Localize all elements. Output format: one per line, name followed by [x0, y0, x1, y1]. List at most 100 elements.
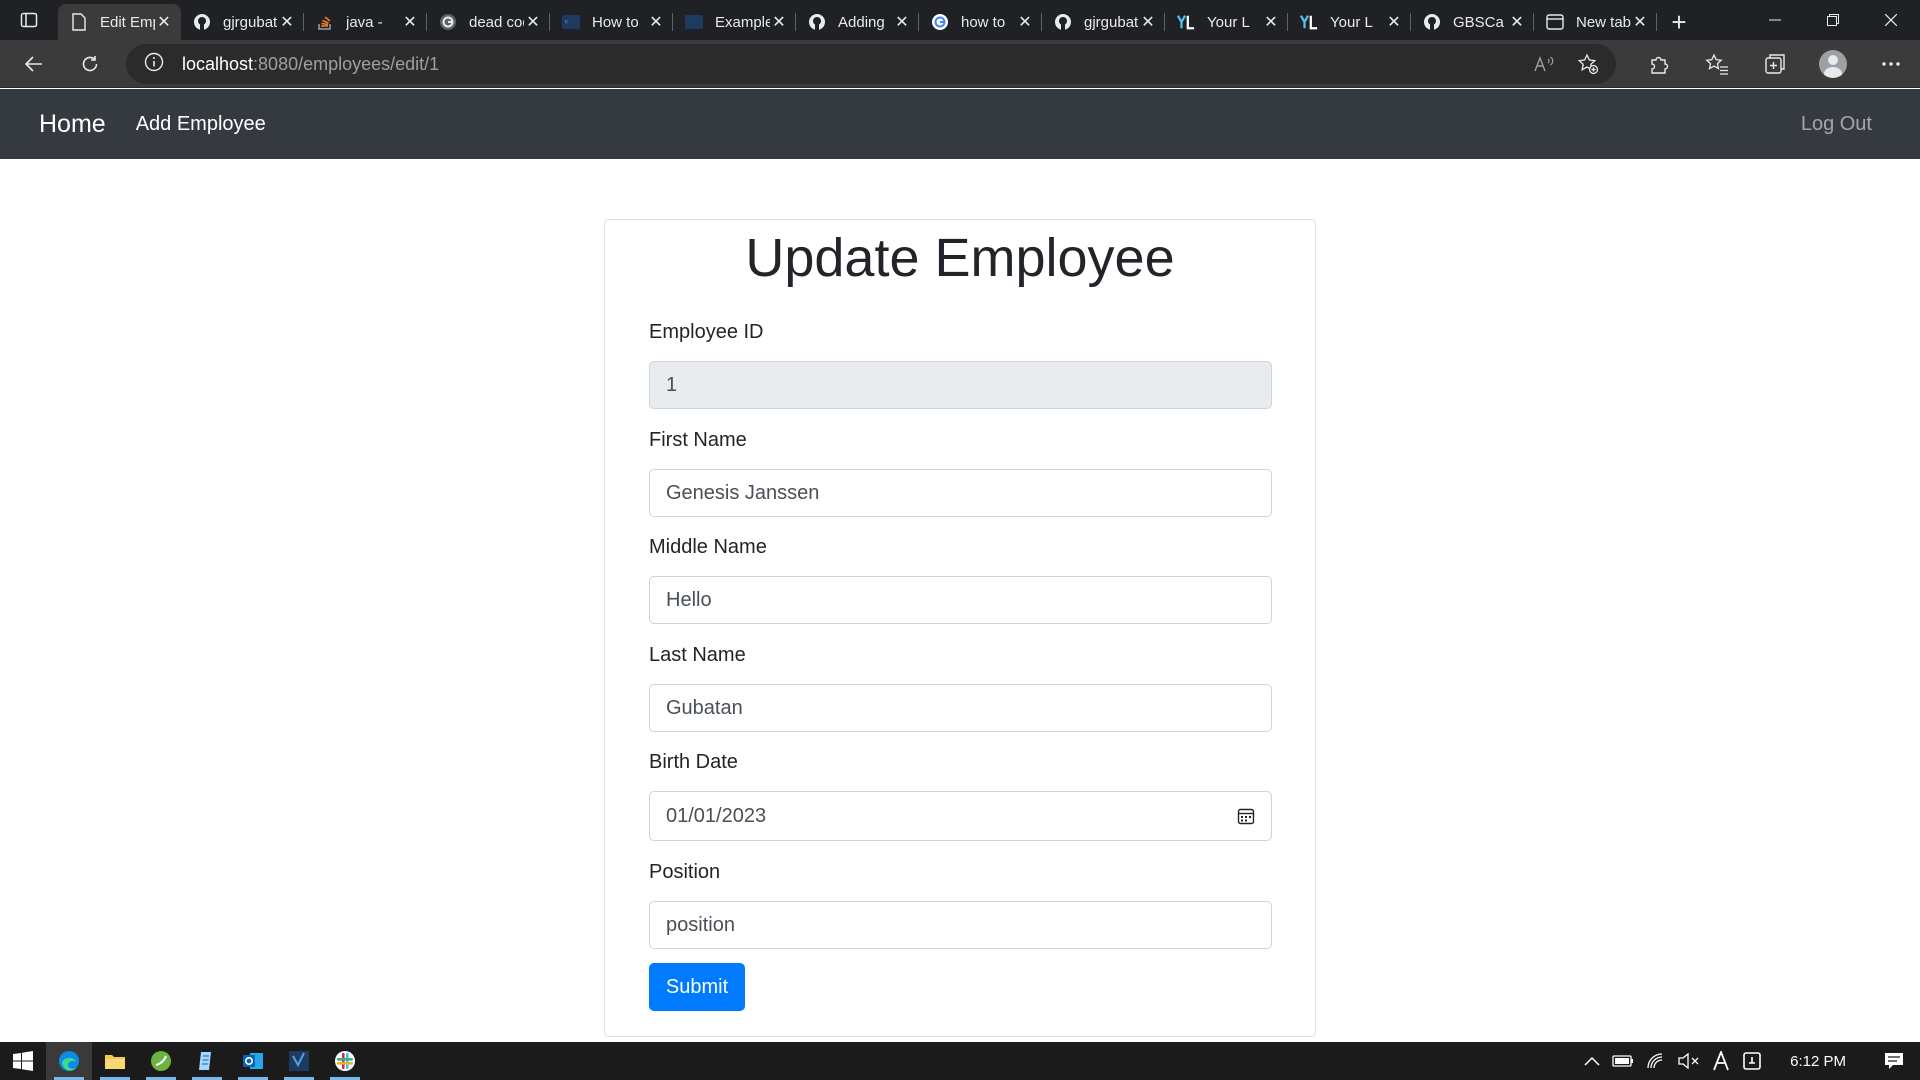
stackoverflow-icon — [316, 13, 334, 31]
close-tab-icon[interactable]: ✕ — [1139, 12, 1157, 32]
middle-name-input[interactable]: Hello — [649, 576, 1272, 624]
meet-now-button[interactable] — [1736, 1042, 1768, 1080]
last-name-input[interactable]: Gubatan — [649, 684, 1272, 732]
browser-tab[interactable]: Adding ✕ — [796, 4, 919, 40]
notifications-button[interactable] — [1868, 1042, 1920, 1080]
back-button[interactable] — [10, 44, 58, 84]
github-icon — [193, 13, 211, 31]
collections-button[interactable] — [1746, 40, 1804, 88]
birth-date-input[interactable]: 01/01/2023 — [649, 791, 1272, 841]
taskbar-file-explorer[interactable] — [92, 1042, 138, 1080]
read-aloud-button[interactable] — [1522, 44, 1566, 84]
close-tab-icon[interactable]: ✕ — [278, 12, 296, 32]
browser-tab[interactable]: how to ✕ — [919, 4, 1042, 40]
close-tab-icon[interactable]: ✕ — [1016, 12, 1034, 32]
browser-tab[interactable]: Your L ✕ — [1165, 4, 1288, 40]
browser-tab[interactable]: Example ✕ — [673, 4, 796, 40]
profile-button[interactable] — [1804, 40, 1862, 88]
taskbar-outlook[interactable] — [230, 1042, 276, 1080]
browser-tab[interactable]: New tab ✕ — [1534, 4, 1657, 40]
page-icon — [70, 13, 88, 31]
close-tab-icon[interactable]: ✕ — [1631, 12, 1649, 32]
close-tab-icon[interactable]: ✕ — [770, 12, 788, 32]
notification-center-icon — [1885, 1053, 1903, 1069]
tab-title: how to — [961, 13, 1006, 31]
show-hidden-icons-button[interactable] — [1578, 1042, 1606, 1080]
close-tab-icon[interactable]: ✕ — [401, 12, 419, 32]
tab-title: gjrgubatan — [223, 13, 278, 31]
page-title: Update Employee — [745, 228, 1175, 288]
tab-title: Your L — [1207, 13, 1250, 31]
browser-tab[interactable]: dead code ✕ — [427, 4, 550, 40]
taskbar-slack[interactable] — [322, 1042, 368, 1080]
browser-tab[interactable]: java - ✕ — [304, 4, 427, 40]
minimize-icon — [1769, 19, 1781, 21]
tab-title: java - — [346, 13, 383, 31]
new-tab-button[interactable]: + — [1657, 4, 1701, 40]
add-favorite-button[interactable] — [1566, 44, 1610, 84]
font-a-icon — [1713, 1051, 1729, 1071]
restore-icon — [1827, 14, 1839, 26]
first-name-field: First Name Genesis Janssen — [649, 427, 1272, 517]
last-name-field: Last Name Gubatan — [649, 642, 1272, 732]
clock[interactable]: 6:12 PM — [1768, 1042, 1868, 1080]
submit-button[interactable]: Submit — [649, 963, 745, 1011]
refresh-button[interactable] — [66, 44, 114, 84]
close-tab-icon[interactable]: ✕ — [1262, 12, 1280, 32]
logout-link[interactable]: Log Out — [1801, 113, 1872, 136]
browser-tab[interactable]: gjrgubatan ✕ — [1042, 4, 1165, 40]
collections-icon — [1765, 54, 1785, 74]
tab-title: Adding — [838, 13, 885, 31]
volume-muted-icon — [1678, 1053, 1699, 1069]
tab-actions-button[interactable] — [0, 0, 58, 40]
github-icon — [1054, 13, 1072, 31]
google-icon — [439, 13, 457, 31]
address-bar[interactable]: localhost:8080/employees/edit/1 — [126, 44, 1616, 84]
close-tab-icon[interactable]: ✕ — [524, 12, 542, 32]
taskbar-spring[interactable] — [138, 1042, 184, 1080]
site-info-icon[interactable] — [144, 52, 164, 77]
volume-button[interactable] — [1672, 1042, 1706, 1080]
edge-icon — [59, 1051, 79, 1071]
extensions-button[interactable] — [1630, 40, 1688, 88]
minimize-button[interactable] — [1746, 0, 1804, 40]
taskbar-edge[interactable] — [46, 1042, 92, 1080]
employee-id-field: Employee ID 1 — [649, 319, 1272, 409]
close-tab-icon[interactable]: ✕ — [1508, 12, 1526, 32]
tab-title: How to — [592, 13, 639, 31]
browser-tab[interactable]: gjrgubatan ✕ — [181, 4, 304, 40]
close-tab-icon[interactable]: ✕ — [647, 12, 665, 32]
refresh-icon — [82, 55, 98, 71]
first-name-input[interactable]: Genesis Janssen — [649, 469, 1272, 517]
calendar-icon[interactable] — [1237, 807, 1255, 825]
more-menu-button[interactable] — [1862, 40, 1920, 88]
network-button[interactable] — [1640, 1042, 1672, 1080]
puzzle-icon — [1651, 56, 1669, 74]
browser-tab[interactable]: Edit Employee ✕ — [58, 4, 181, 40]
battery-button[interactable] — [1606, 1042, 1640, 1080]
browser-tab[interactable]: Your L ✕ — [1288, 4, 1411, 40]
home-link[interactable]: Home — [39, 110, 106, 139]
close-window-button[interactable] — [1862, 0, 1920, 40]
input-indicator-button[interactable] — [1706, 1042, 1736, 1080]
notepad-icon — [199, 1052, 211, 1070]
close-tab-icon[interactable]: ✕ — [155, 12, 173, 32]
field-label: Last Name — [649, 644, 746, 666]
yl-icon — [1177, 13, 1195, 31]
field-label: Position — [649, 861, 721, 883]
tab-title: New tab — [1576, 13, 1631, 31]
taskbar-notepad[interactable] — [184, 1042, 230, 1080]
tab-list: Edit Employee ✕ gjrgubatan ✕ java - ✕ de… — [58, 4, 1657, 40]
add-employee-link[interactable]: Add Employee — [136, 113, 266, 136]
browser-tab[interactable]: ᶜ How to ✕ — [550, 4, 673, 40]
taskbar-visual-studio[interactable] — [276, 1042, 322, 1080]
tab-title: gjrgubatan — [1084, 13, 1139, 31]
close-tab-icon[interactable]: ✕ — [1385, 12, 1403, 32]
restore-button[interactable] — [1804, 0, 1862, 40]
position-input[interactable]: position — [649, 901, 1272, 949]
browser-tab[interactable]: GBSCa ✕ — [1411, 4, 1534, 40]
close-tab-icon[interactable]: ✕ — [893, 12, 911, 32]
start-button[interactable] — [0, 1042, 46, 1080]
google-icon — [931, 13, 949, 31]
favorites-button[interactable] — [1688, 40, 1746, 88]
